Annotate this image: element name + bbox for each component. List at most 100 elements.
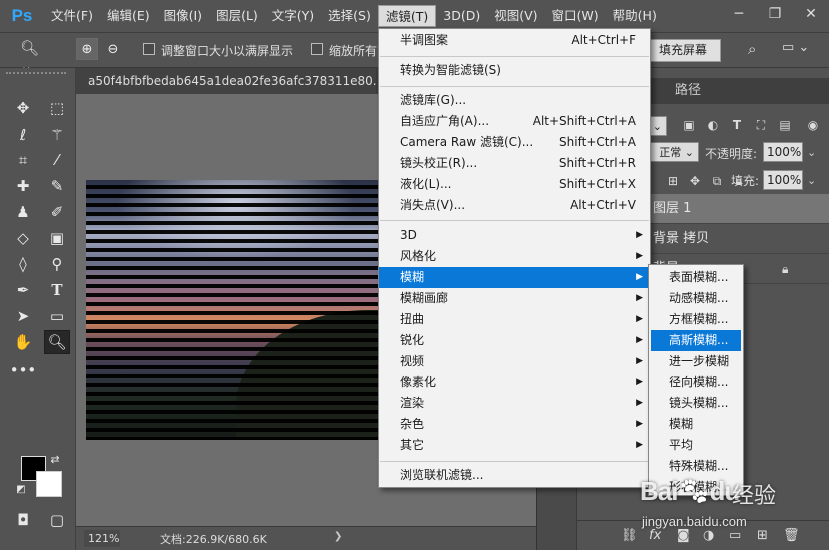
menu-item-distort[interactable]: 扭曲 ▶: [379, 309, 650, 330]
crop-tool-icon[interactable]: ⌗: [10, 148, 36, 172]
type-tool-icon[interactable]: T: [44, 278, 70, 302]
shape-filter-icon[interactable]: ⛶: [753, 118, 769, 134]
menu-item-render[interactable]: 渲染 ▶: [379, 393, 650, 414]
menu-item-camera-raw[interactable]: Camera Raw 滤镜(C)... Shift+Ctrl+A: [379, 132, 650, 153]
move-tool-icon[interactable]: ✥: [10, 96, 36, 120]
fill-dropdown-icon[interactable]: ⌄: [807, 174, 816, 187]
menu-window[interactable]: 窗口(W): [545, 5, 606, 27]
menu-select[interactable]: 选择(S): [321, 5, 378, 27]
photoshop-logo: Ps: [11, 6, 33, 25]
menu-item-halftone[interactable]: 半调图案 Alt+Ctrl+F: [379, 30, 650, 51]
toolbox-grip[interactable]: [6, 72, 66, 78]
eraser-icon[interactable]: ◇: [10, 226, 36, 250]
clone-stamp-icon[interactable]: ♟: [10, 200, 36, 224]
menu-item-stylize[interactable]: 风格化 ▶: [379, 246, 650, 267]
zoom-level-field[interactable]: 121%: [84, 530, 120, 547]
menu-view[interactable]: 视图(V): [487, 5, 544, 27]
resize-windows-checkbox[interactable]: [143, 43, 155, 55]
zoom-out-icon[interactable]: ⊖: [102, 38, 124, 60]
hand-tool-icon[interactable]: ✋: [10, 330, 36, 354]
healing-brush-icon[interactable]: ✚: [10, 174, 36, 198]
adjustment-filter-icon[interactable]: ◐: [705, 118, 721, 134]
submenu-item-box-blur[interactable]: 方框模糊...: [651, 309, 741, 330]
background-color-swatch[interactable]: [36, 471, 62, 497]
menu-help[interactable]: 帮助(H): [606, 5, 664, 27]
lasso-tool-icon[interactable]: ℓ: [10, 123, 36, 147]
menu-file[interactable]: 文件(F): [44, 5, 100, 27]
submenu-item-blur-more[interactable]: 进一步模糊: [651, 351, 741, 372]
workspace-icon[interactable]: ▭ ⌄: [782, 40, 818, 60]
filter-toggle-icon[interactable]: ◉: [805, 118, 821, 134]
link-layers-icon[interactable]: ⛓: [621, 528, 638, 543]
brush-tool-icon[interactable]: ✎: [44, 174, 70, 198]
more-tools-icon[interactable]: •••: [10, 358, 37, 382]
menu-item-video[interactable]: 视频 ▶: [379, 351, 650, 372]
menu-item-adaptive-wide-angle[interactable]: 自适应广角(A)... Alt+Shift+Ctrl+A: [379, 111, 650, 132]
magic-wand-icon[interactable]: ⚚: [44, 123, 70, 147]
lock-move-icon[interactable]: ✥: [687, 174, 703, 190]
opacity-input[interactable]: 100%: [763, 142, 803, 162]
quick-mask-icon[interactable]: ◘: [10, 508, 36, 532]
minimize-icon[interactable]: ─: [721, 0, 757, 28]
smart-object-filter-icon[interactable]: ▤: [777, 118, 793, 134]
zoom-in-icon[interactable]: ⊕: [76, 38, 98, 60]
lock-transparent-icon[interactable]: ⊞: [665, 174, 681, 190]
menu-item-other[interactable]: 其它 ▶: [379, 435, 650, 456]
menu-item-blur[interactable]: 模糊 ▶: [379, 267, 650, 288]
menu-edit[interactable]: 编辑(E): [100, 5, 157, 27]
tab-paths[interactable]: 路径: [675, 78, 701, 104]
submenu-item-lens-blur[interactable]: 镜头模糊...: [651, 393, 741, 414]
status-menu-arrow-icon[interactable]: ❯: [334, 531, 342, 542]
gradient-tool-icon[interactable]: ▣: [44, 226, 70, 250]
rectangle-tool-icon[interactable]: ▭: [44, 304, 70, 328]
menu-image[interactable]: 图像(I): [157, 5, 209, 27]
lock-artboard-icon[interactable]: ⧉: [709, 174, 725, 190]
fill-input[interactable]: 100%: [763, 170, 803, 190]
submenu-item-average[interactable]: 平均: [651, 435, 741, 456]
menu-type[interactable]: 文字(Y): [265, 5, 321, 27]
layer-name: 图层 1: [653, 201, 692, 216]
menu-item-blur-gallery[interactable]: 模糊画廊 ▶: [379, 288, 650, 309]
menu-item-noise[interactable]: 杂色 ▶: [379, 414, 650, 435]
swap-colors-icon[interactable]: ⇄: [48, 452, 62, 466]
pen-tool-icon[interactable]: ✒: [10, 278, 36, 302]
menu-item-browse-online-filters[interactable]: 浏览联机滤镜...: [379, 465, 650, 486]
screen-mode-icon[interactable]: ▢: [44, 508, 70, 532]
menu-3d[interactable]: 3D(D): [436, 5, 487, 27]
dodge-tool-icon[interactable]: ⚲: [44, 252, 70, 276]
menu-item-filter-gallery[interactable]: 滤镜库(G)...: [379, 90, 650, 111]
history-brush-icon[interactable]: ✐: [44, 200, 70, 224]
menu-layer[interactable]: 图层(L): [209, 5, 265, 27]
menu-item-sharpen[interactable]: 锐化 ▶: [379, 330, 650, 351]
menu-filter[interactable]: 滤镜(T): [377, 5, 437, 27]
search-icon[interactable]: ⌕: [748, 40, 756, 58]
submenu-item-smart-blur[interactable]: 特殊模糊...: [651, 456, 741, 477]
marquee-tool-icon[interactable]: ⬚: [44, 96, 70, 120]
submenu-item-blur[interactable]: 模糊: [651, 414, 741, 435]
submenu-arrow-icon: ▶: [636, 314, 643, 324]
submenu-item-motion-blur[interactable]: 动感模糊...: [651, 288, 741, 309]
opacity-dropdown-icon[interactable]: ⌄: [807, 146, 816, 159]
menu-item-vanishing-point[interactable]: 消失点(V)... Alt+Ctrl+V: [379, 195, 650, 216]
pixel-filter-icon[interactable]: ▣: [681, 118, 697, 134]
type-filter-icon[interactable]: T: [729, 118, 745, 134]
menu-item-liquify[interactable]: 液化(L)... Shift+Ctrl+X: [379, 174, 650, 195]
menu-item-convert-smart-filter[interactable]: 转换为智能滤镜(S): [379, 60, 650, 81]
path-selection-icon[interactable]: ➤: [10, 304, 36, 328]
fill-screen-button[interactable]: 填充屏幕: [645, 39, 721, 62]
default-colors-icon[interactable]: ◩: [14, 482, 28, 496]
submenu-item-surface-blur[interactable]: 表面模糊...: [651, 267, 741, 288]
zoom-tool-icon[interactable]: 🔍︎: [44, 330, 70, 354]
eyedropper-icon[interactable]: ⁄: [44, 148, 70, 172]
restore-icon[interactable]: ❐: [757, 0, 793, 28]
submenu-item-gaussian-blur[interactable]: 高斯模糊...: [651, 330, 741, 351]
zoom-tool-preset-icon[interactable]: 🔍︎⌄: [20, 39, 44, 75]
zoom-all-checkbox[interactable]: [311, 43, 323, 55]
menu-item-3d[interactable]: 3D ▶: [379, 225, 650, 246]
close-icon[interactable]: ✕: [793, 0, 829, 28]
menu-item-pixelate[interactable]: 像素化 ▶: [379, 372, 650, 393]
menu-item-lens-correction[interactable]: 镜头校正(R)... Shift+Ctrl+R: [379, 153, 650, 174]
blur-tool-icon[interactable]: ◊: [10, 252, 36, 276]
submenu-item-radial-blur[interactable]: 径向模糊...: [651, 372, 741, 393]
document-tab[interactable]: a50f4bfbfbedab645a1dea02fe36afc378311e80…: [76, 68, 376, 94]
